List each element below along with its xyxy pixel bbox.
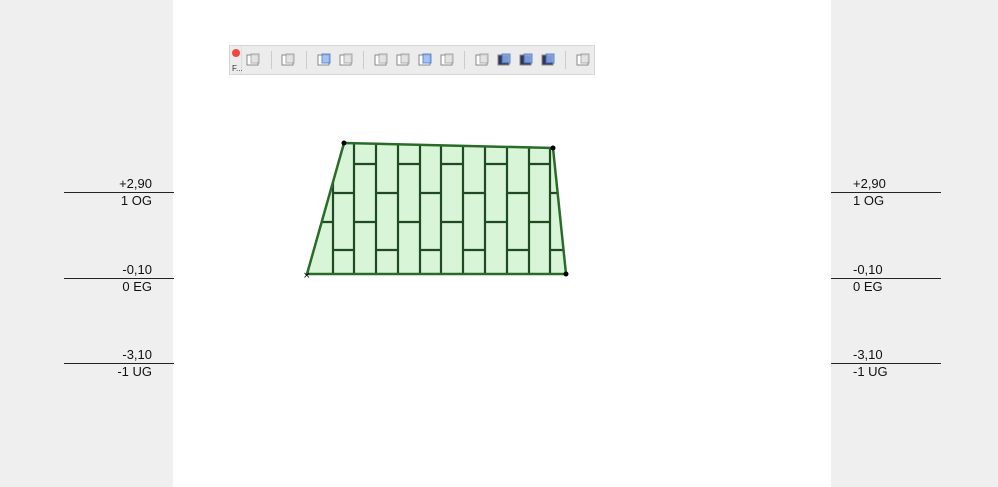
vertex-handle[interactable] [550, 145, 556, 151]
origin-cross-icon[interactable]: × [303, 271, 311, 281]
vertex-handle[interactable] [341, 140, 347, 146]
vertex-handle[interactable] [563, 271, 569, 277]
wall-panel-fill [307, 143, 566, 274]
curtain-wall-plan[interactable]: × [0, 0, 998, 487]
